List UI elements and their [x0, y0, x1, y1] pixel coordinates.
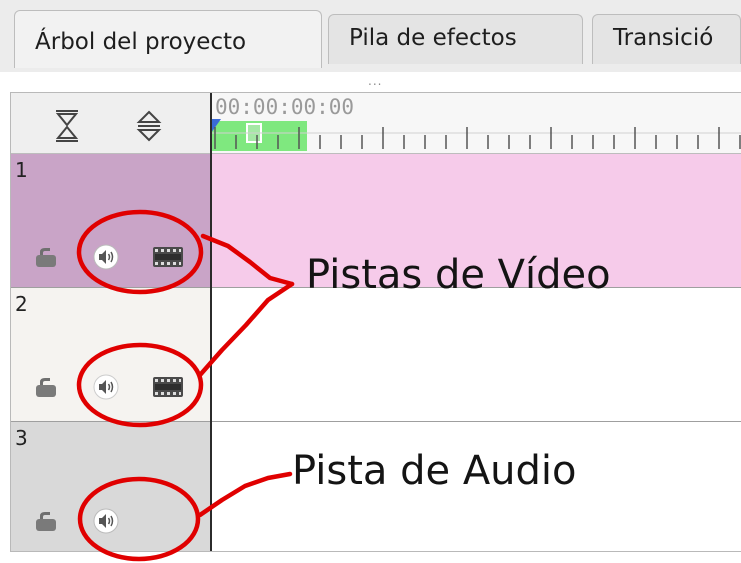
speaker-icon[interactable] — [93, 508, 119, 534]
tab-effect-stack[interactable]: Pila de efectos — [328, 14, 583, 64]
film-strip-icon[interactable] — [153, 377, 183, 397]
track-header-toolbar — [11, 93, 211, 154]
track-header-divider[interactable] — [210, 93, 212, 551]
track-header-2[interactable]: 2 — [11, 288, 211, 422]
track-header-3[interactable]: 3 — [11, 422, 211, 551]
splitter-handle[interactable]: ... — [368, 74, 382, 88]
speaker-icon[interactable] — [93, 374, 119, 400]
speaker-icon[interactable] — [93, 244, 119, 270]
tab-label: Transició — [613, 25, 714, 51]
annotation-label-audio: Pista de Audio — [292, 448, 577, 494]
tab-label: Árbol del proyecto — [35, 29, 247, 55]
track-number: 2 — [15, 292, 28, 316]
track-number: 1 — [15, 158, 28, 182]
dock-tab-bar: Árbol del proyecto Pila de efectos Trans… — [0, 0, 741, 72]
collapse-all-icon[interactable] — [53, 109, 81, 143]
track-number: 3 — [15, 426, 28, 450]
ruler-ticks — [211, 127, 741, 149]
tab-project-tree[interactable]: Árbol del proyecto — [14, 10, 322, 68]
lock-icon[interactable] — [35, 376, 57, 398]
track-content-2[interactable] — [211, 288, 741, 422]
film-strip-icon[interactable] — [153, 247, 183, 267]
tab-transitions[interactable]: Transició — [592, 14, 741, 64]
tab-label: Pila de efectos — [349, 25, 517, 51]
lock-icon[interactable] — [35, 246, 57, 268]
timeline-ruler[interactable]: 00:00:00:00 — [211, 93, 741, 154]
track-header-1[interactable]: 1 — [11, 154, 211, 288]
expand-all-icon[interactable] — [135, 109, 163, 143]
annotation-label-video: Pistas de Vídeo — [306, 252, 611, 298]
lock-icon[interactable] — [35, 510, 57, 532]
